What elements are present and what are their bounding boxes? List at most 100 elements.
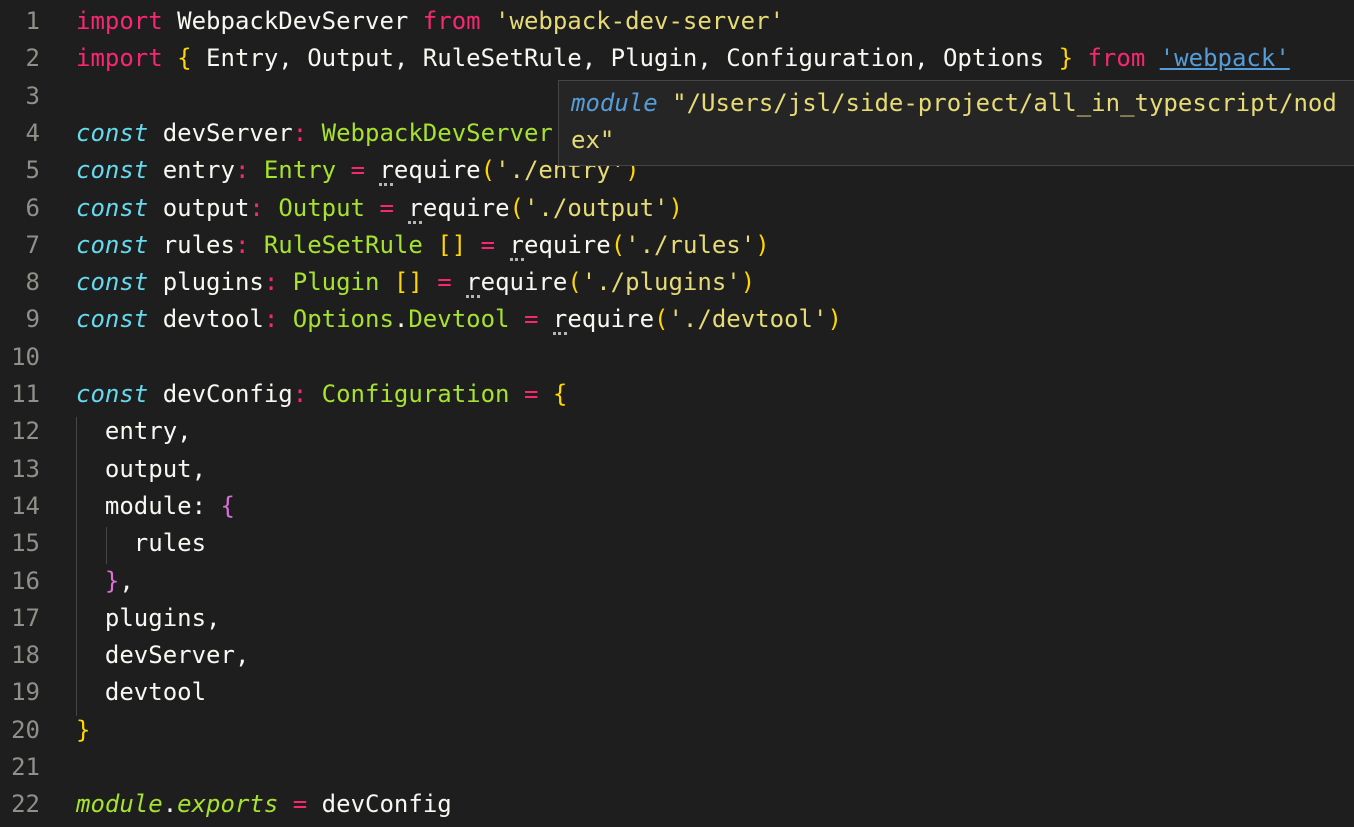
code-line[interactable]: 20} [0,712,1354,749]
code-token: const [76,230,149,259]
code-line[interactable]: 12 entry, [0,413,1354,450]
code-token: ( [480,156,496,185]
code-token: = [350,156,366,185]
code-token: ) [755,230,770,259]
code-line[interactable]: 14 module: { [0,488,1354,525]
hover-tooltip: module "/Users/jsl/side-project/all_in_t… [558,80,1354,166]
line-code: devServer, [76,637,250,674]
code-token: WebpackDevServer [321,118,553,147]
code-token: } [104,566,120,595]
code-token: const [76,380,149,408]
code-token: . [162,790,178,819]
code-token: Configuration [321,380,510,408]
code-line[interactable]: 8 const plugins: Plugin [] = require('./p… [0,264,1354,301]
code-token: plugins, [76,603,221,632]
line-code: const entry: Entry = require('./entry') [76,152,640,189]
line-code: } [76,712,90,749]
code-token: ( [654,305,669,334]
line-code: devtool [76,674,206,711]
line-code: const rules: RuleSetRule [] = require('.… [76,227,770,264]
line-code: const devConfig: Configuration = { [76,376,567,413]
code-line[interactable]: 2 import { Entry, Output, RuleSetRule, Pl… [0,40,1354,77]
line-code: const plugins: Plugin [] = require('./pl… [76,264,755,301]
code-line[interactable]: 22 module.exports = devConfig [0,786,1354,823]
require-call: require [408,193,510,222]
code-line[interactable]: 17 plugins, [0,600,1354,637]
code-token: ( [610,230,626,259]
code-token: devServer [148,118,293,147]
line-code: }, [76,563,134,600]
code-token: from [1087,44,1146,73]
code-token: module: [76,491,221,520]
code-token: const [76,118,149,147]
line-number: 14 [11,491,40,520]
code-token: ) [740,268,756,297]
code-line[interactable]: 7 const rules: RuleSetRule [] = require('… [0,227,1354,264]
code-token: devConfig [148,380,293,408]
tooltip-keyword: module [571,89,658,117]
code-line[interactable]: 13 output, [0,451,1354,488]
code-token: output, [76,454,207,483]
line-number: 6 [25,193,40,222]
code-line[interactable]: 16 }, [0,563,1354,600]
code-token: = [292,790,308,819]
line-number: 22 [11,790,40,819]
code-token: module [76,790,163,819]
code-line[interactable]: 19 devtool [0,674,1354,711]
code-token: [] [393,268,423,297]
code-token: import [76,44,163,73]
code-token: rules [148,230,235,259]
code-token: import [76,7,163,35]
code-token: = [480,230,496,259]
code-token: } [1058,44,1074,73]
line-code: const output: Output = require('./output… [76,190,683,227]
line-number: 4 [25,118,40,147]
code-token: { [220,491,235,520]
code-line[interactable]: 11 const devConfig: Configuration = { [0,376,1354,413]
code-token: Devtool [408,305,510,334]
code-token: const [76,156,149,185]
code-line[interactable]: 10 [0,339,1354,376]
line-number: 16 [11,566,40,595]
code-token: { [552,380,568,408]
line-number: 10 [11,342,40,371]
indent-guide [106,527,107,565]
line-code: import { Entry, Output, RuleSetRule, Plu… [76,40,1290,77]
tooltip-line-2: ex" [571,122,614,159]
code-token: WebpackDevServer [162,7,423,35]
code-line[interactable]: 18 devServer, [0,637,1354,674]
code-token: [] [437,230,467,259]
code-token: devServer, [76,641,250,670]
line-number: 11 [11,380,40,408]
code-token: output [148,193,250,222]
code-line[interactable]: 15 rules [0,525,1354,562]
code-token: devConfig [307,790,452,819]
code-line[interactable]: 21 [0,749,1354,786]
code-line[interactable]: 6 const output: Output = require('./outpu… [0,190,1354,227]
code-token: './output' [523,193,669,222]
code-line[interactable]: 9 const devtool: Options.Devtool = requir… [0,301,1354,338]
code-token: 'webpack-dev-server' [495,7,785,35]
code-token: = [523,380,539,408]
code-token: } [76,715,91,744]
code-line[interactable]: 1 import WebpackDevServer from 'webpack-d… [0,3,1354,40]
code-token: './plugins' [581,268,741,297]
code-token: : [292,380,308,408]
code-token: entry, [76,417,192,446]
module-link[interactable]: 'webpack' [1160,44,1290,72]
code-token: devtool [148,305,264,334]
